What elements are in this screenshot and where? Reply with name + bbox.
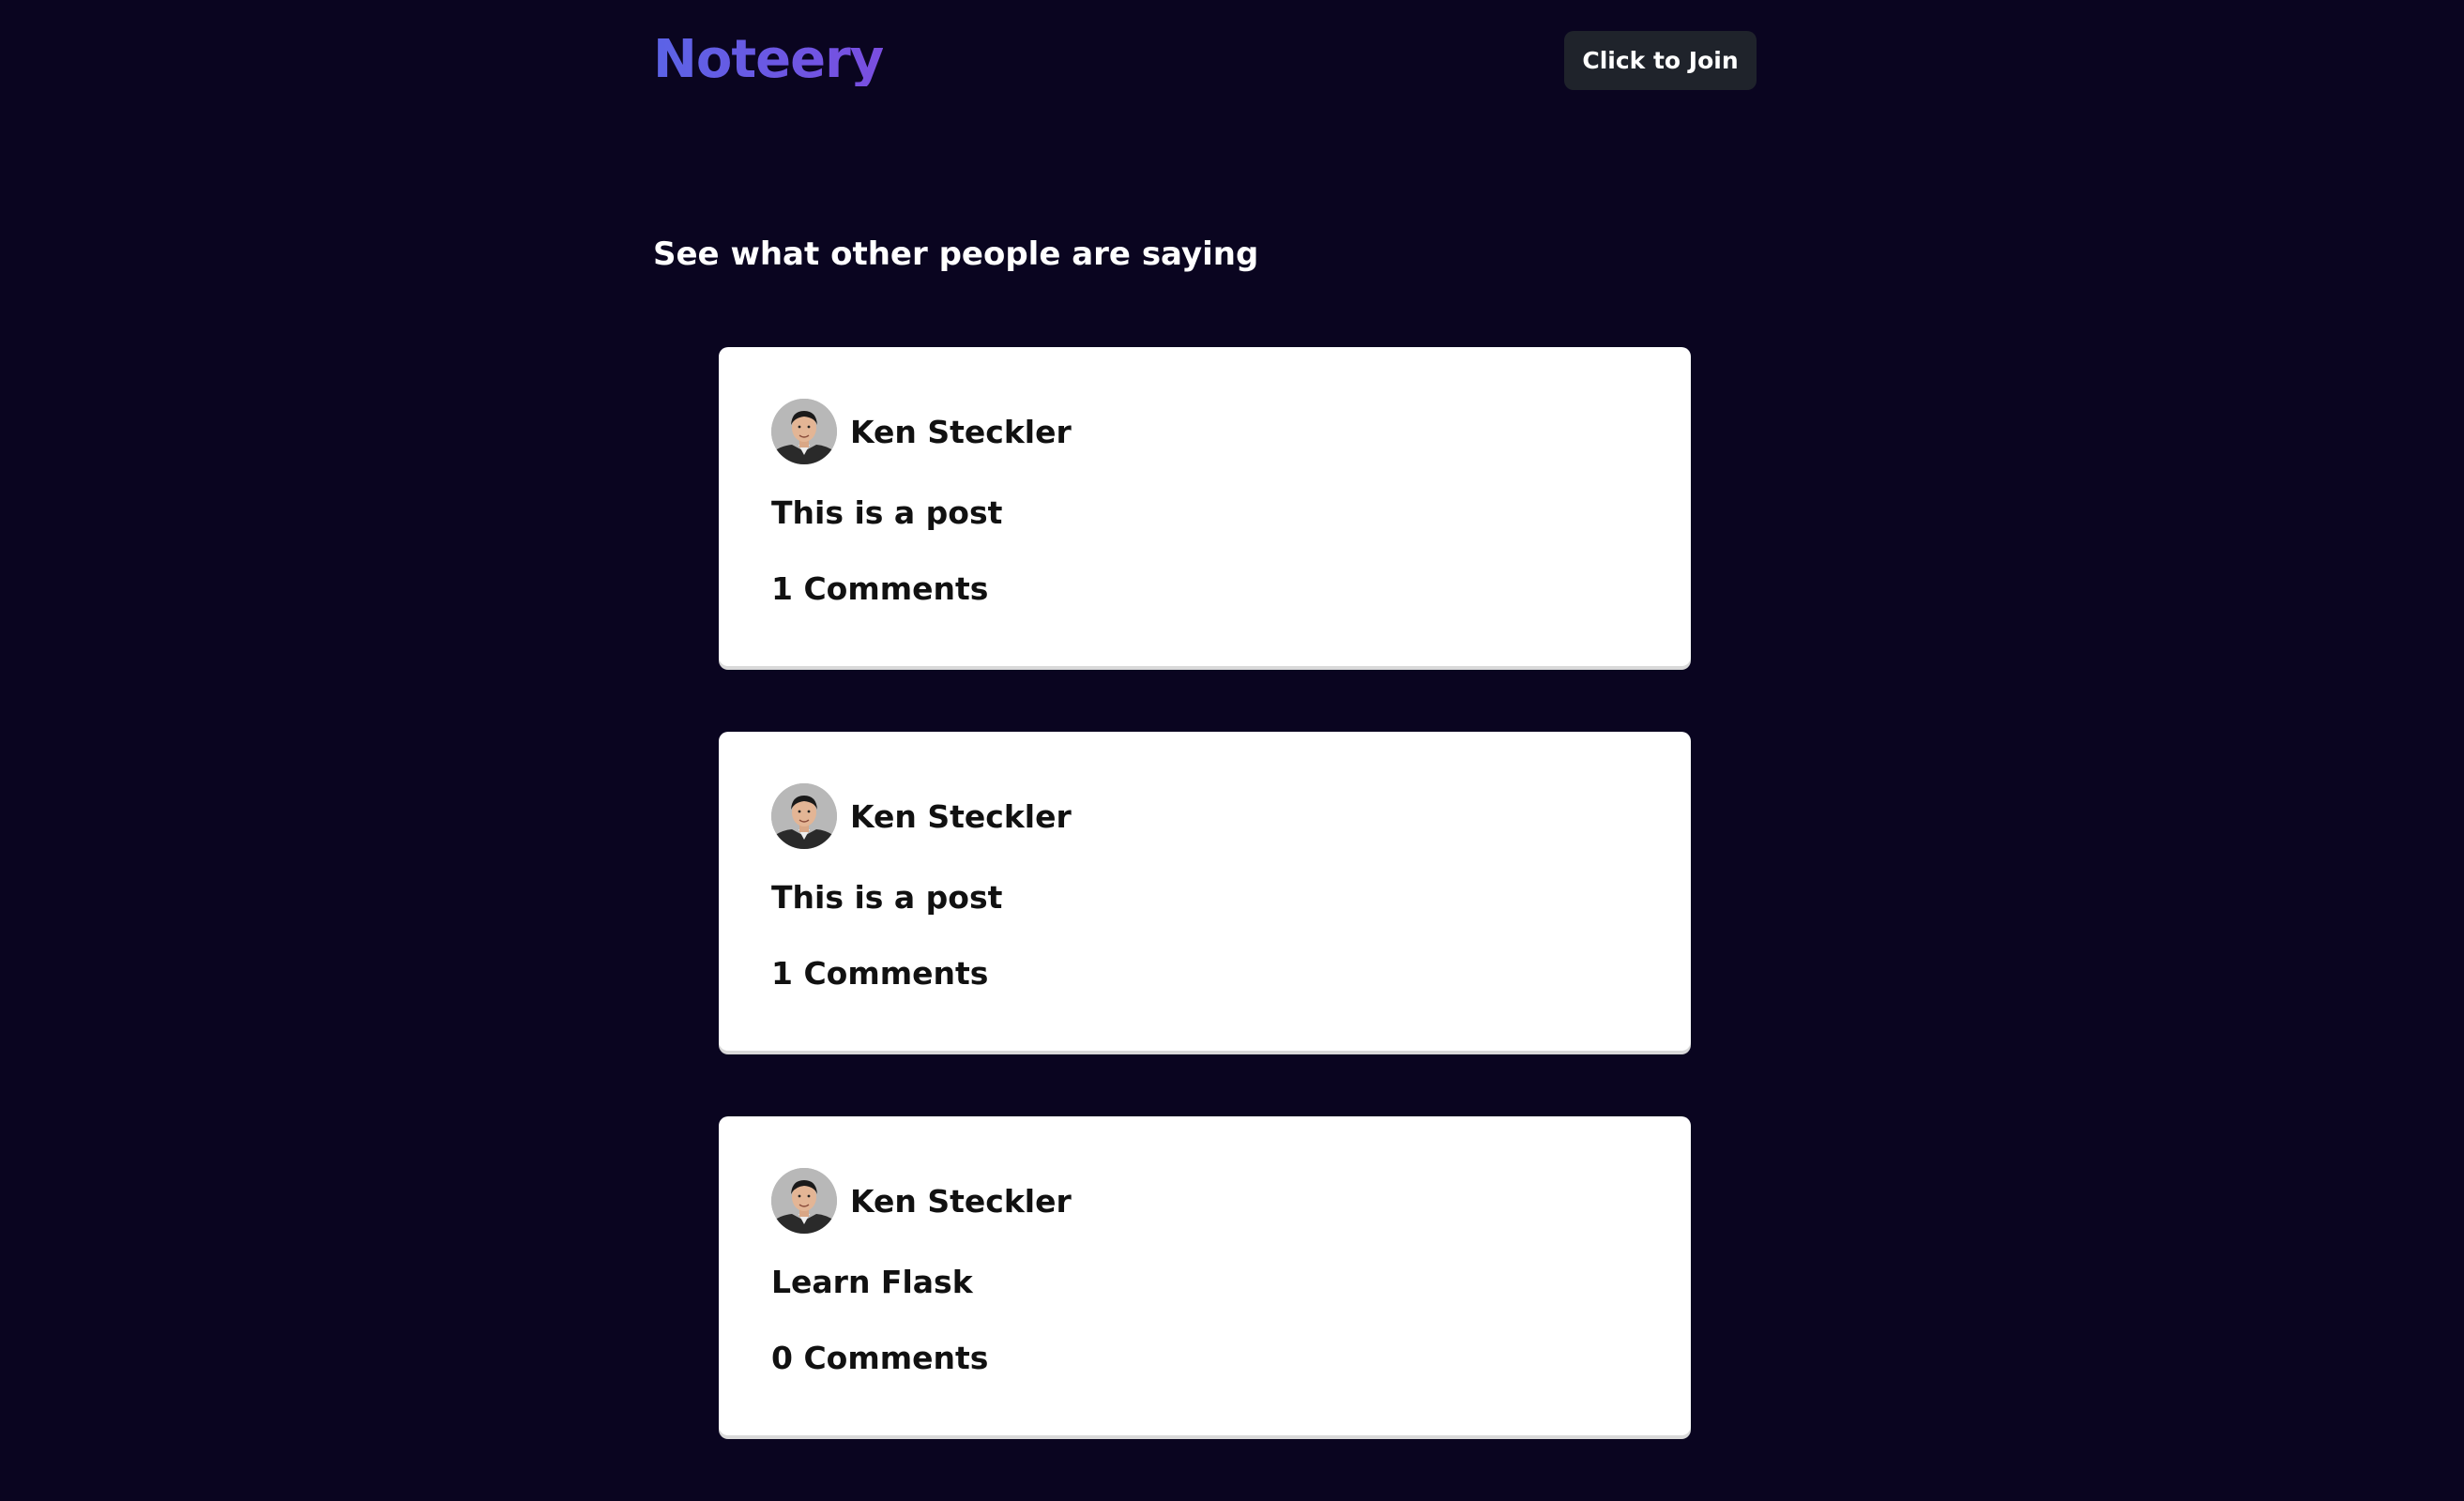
post-card[interactable]: Ken Steckler Learn Flask 0 Comments <box>719 1116 1691 1435</box>
avatar <box>771 399 837 464</box>
avatar-image <box>771 1168 837 1234</box>
post-comments-count[interactable]: 0 Comments <box>771 1340 988 1376</box>
avatar <box>771 1168 837 1234</box>
post-author: Ken Steckler <box>771 399 1638 464</box>
post-comments-count[interactable]: 1 Comments <box>771 570 988 607</box>
author-name[interactable]: Ken Steckler <box>850 798 1072 835</box>
post-card[interactable]: Ken Steckler This is a post 1 Comments <box>719 732 1691 1051</box>
post-author: Ken Steckler <box>771 1168 1638 1234</box>
site-logo[interactable]: Noteery <box>653 34 884 86</box>
post-card[interactable]: Ken Steckler This is a post 1 Comments <box>719 347 1691 666</box>
post-title[interactable]: This is a post <box>771 879 1638 916</box>
post-title[interactable]: This is a post <box>771 494 1638 531</box>
avatar-image <box>771 399 837 464</box>
avatar-image <box>771 783 837 849</box>
site-header: Noteery Click to Join <box>653 26 1757 94</box>
avatar <box>771 783 837 849</box>
post-title[interactable]: Learn Flask <box>771 1264 1638 1300</box>
author-name[interactable]: Ken Steckler <box>850 1183 1072 1220</box>
post-author: Ken Steckler <box>771 783 1638 849</box>
post-comments-count[interactable]: 1 Comments <box>771 955 988 992</box>
join-button[interactable]: Click to Join <box>1564 30 1757 90</box>
post-feed: Ken Steckler This is a post 1 Comments K… <box>719 347 1691 1501</box>
author-name[interactable]: Ken Steckler <box>850 414 1072 450</box>
section-heading: See what other people are saying <box>653 235 1259 273</box>
